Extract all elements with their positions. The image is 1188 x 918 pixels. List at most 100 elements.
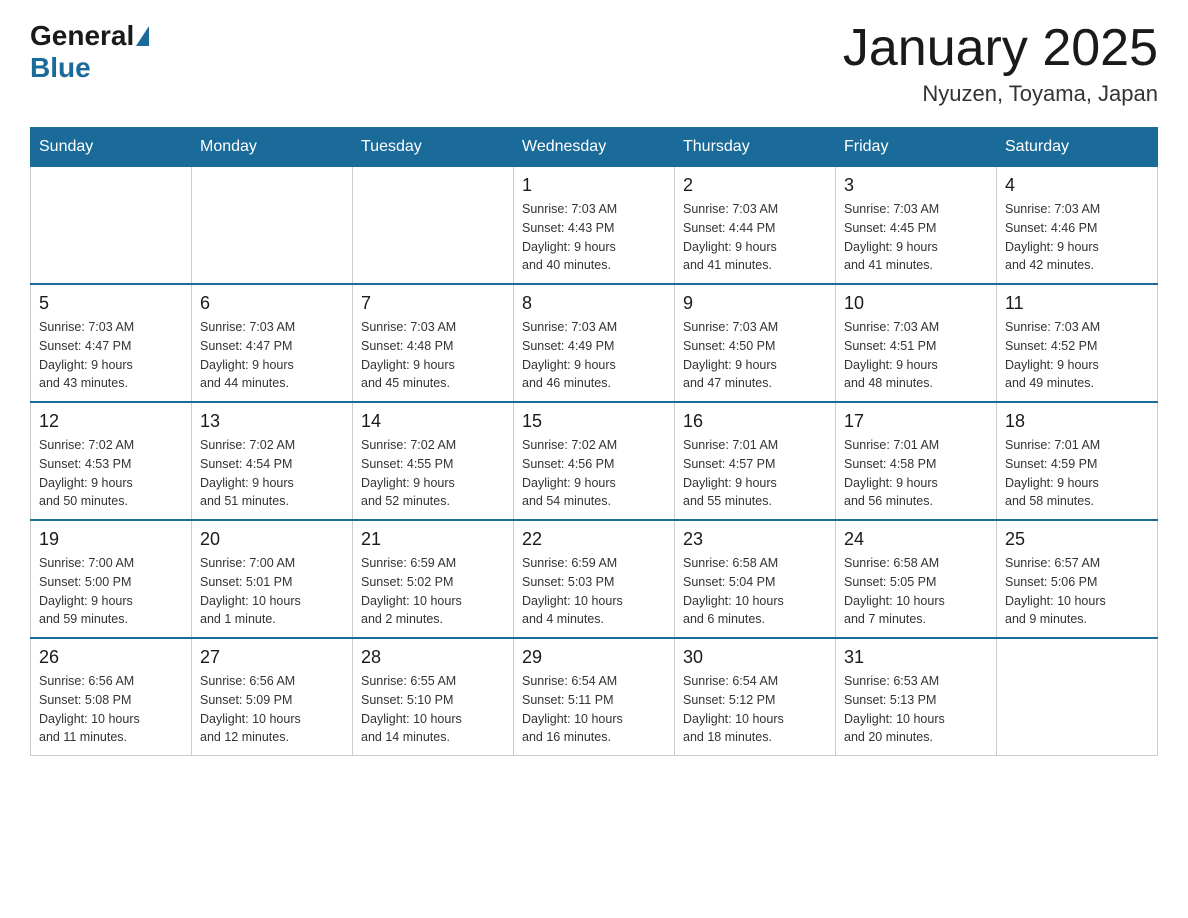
calendar-day-cell: 23 Sunrise: 6:58 AM Sunset: 5:04 PM Dayli… — [675, 520, 836, 638]
day-number: 24 — [844, 529, 988, 550]
day-number: 11 — [1005, 293, 1149, 314]
calendar-day-cell: 26 Sunrise: 6:56 AM Sunset: 5:08 PM Dayli… — [31, 638, 192, 756]
calendar-day-cell: 13Sunrise: 7:02 AM Sunset: 4:54 PM Dayli… — [192, 402, 353, 520]
day-number: 23 — [683, 529, 827, 550]
day-number: 27 — [200, 647, 344, 668]
calendar-day-cell: 28 Sunrise: 6:55 AM Sunset: 5:10 PM Dayli… — [353, 638, 514, 756]
day-number: 26 — [39, 647, 183, 668]
calendar-day-cell: 2 Sunrise: 7:03 AM Sunset: 4:44 PM Daylig… — [675, 167, 836, 285]
day-number: 25 — [1005, 529, 1149, 550]
calendar-day-cell: 5 Sunrise: 7:03 AM Sunset: 4:47 PM Daylig… — [31, 284, 192, 402]
day-of-week-header: Sunday — [31, 128, 192, 167]
calendar-week-row: 19 Sunrise: 7:00 AM Sunset: 5:00 PM Dayli… — [31, 520, 1158, 638]
day-info: Sunrise: 7:03 AM Sunset: 4:43 PM Dayligh… — [522, 200, 666, 275]
day-number: 15 — [522, 411, 666, 432]
calendar-day-cell: 22Sunrise: 6:59 AM Sunset: 5:03 PM Dayli… — [514, 520, 675, 638]
calendar-week-row: 1 Sunrise: 7:03 AM Sunset: 4:43 PM Daylig… — [31, 167, 1158, 285]
day-info: Sunrise: 7:01 AM Sunset: 4:58 PM Dayligh… — [844, 436, 988, 511]
day-info: Sunrise: 7:03 AM Sunset: 4:50 PM Dayligh… — [683, 318, 827, 393]
calendar-day-cell: 20Sunrise: 7:00 AM Sunset: 5:01 PM Dayli… — [192, 520, 353, 638]
calendar-day-cell: 3 Sunrise: 7:03 AM Sunset: 4:45 PM Daylig… — [836, 167, 997, 285]
day-info: Sunrise: 7:03 AM Sunset: 4:49 PM Dayligh… — [522, 318, 666, 393]
day-number: 4 — [1005, 175, 1149, 196]
day-info: Sunrise: 7:02 AM Sunset: 4:56 PM Dayligh… — [522, 436, 666, 511]
calendar-week-row: 12Sunrise: 7:02 AM Sunset: 4:53 PM Dayli… — [31, 402, 1158, 520]
day-number: 22 — [522, 529, 666, 550]
day-info: Sunrise: 6:57 AM Sunset: 5:06 PM Dayligh… — [1005, 554, 1149, 629]
calendar-day-cell: 17 Sunrise: 7:01 AM Sunset: 4:58 PM Dayli… — [836, 402, 997, 520]
calendar-day-cell: 8 Sunrise: 7:03 AM Sunset: 4:49 PM Daylig… — [514, 284, 675, 402]
calendar-day-cell: 10 Sunrise: 7:03 AM Sunset: 4:51 PM Dayli… — [836, 284, 997, 402]
day-info: Sunrise: 6:58 AM Sunset: 5:04 PM Dayligh… — [683, 554, 827, 629]
day-number: 10 — [844, 293, 988, 314]
day-info: Sunrise: 7:03 AM Sunset: 4:46 PM Dayligh… — [1005, 200, 1149, 275]
calendar-day-cell: 9 Sunrise: 7:03 AM Sunset: 4:50 PM Daylig… — [675, 284, 836, 402]
day-info: Sunrise: 7:03 AM Sunset: 4:45 PM Dayligh… — [844, 200, 988, 275]
day-number: 19 — [39, 529, 183, 550]
calendar-day-cell: 14 Sunrise: 7:02 AM Sunset: 4:55 PM Dayli… — [353, 402, 514, 520]
day-number: 6 — [200, 293, 344, 314]
day-info: Sunrise: 6:54 AM Sunset: 5:12 PM Dayligh… — [683, 672, 827, 747]
calendar-day-cell: 11 Sunrise: 7:03 AM Sunset: 4:52 PM Dayli… — [997, 284, 1158, 402]
calendar-day-cell: 15 Sunrise: 7:02 AM Sunset: 4:56 PM Dayli… — [514, 402, 675, 520]
day-number: 20 — [200, 529, 344, 550]
day-number: 14 — [361, 411, 505, 432]
logo: General Blue — [30, 20, 149, 84]
day-info: Sunrise: 6:55 AM Sunset: 5:10 PM Dayligh… — [361, 672, 505, 747]
day-of-week-header: Tuesday — [353, 128, 514, 167]
day-info: Sunrise: 7:02 AM Sunset: 4:55 PM Dayligh… — [361, 436, 505, 511]
day-info: Sunrise: 6:58 AM Sunset: 5:05 PM Dayligh… — [844, 554, 988, 629]
calendar-table: SundayMondayTuesdayWednesdayThursdayFrid… — [30, 127, 1158, 756]
day-number: 18 — [1005, 411, 1149, 432]
days-header-row: SundayMondayTuesdayWednesdayThursdayFrid… — [31, 128, 1158, 167]
day-info: Sunrise: 6:56 AM Sunset: 5:08 PM Dayligh… — [39, 672, 183, 747]
day-info: Sunrise: 7:03 AM Sunset: 4:51 PM Dayligh… — [844, 318, 988, 393]
day-number: 7 — [361, 293, 505, 314]
day-info: Sunrise: 6:53 AM Sunset: 5:13 PM Dayligh… — [844, 672, 988, 747]
calendar-week-row: 26 Sunrise: 6:56 AM Sunset: 5:08 PM Dayli… — [31, 638, 1158, 756]
logo-blue-text: Blue — [30, 52, 91, 84]
day-number: 1 — [522, 175, 666, 196]
day-number: 5 — [39, 293, 183, 314]
day-number: 17 — [844, 411, 988, 432]
day-info: Sunrise: 7:03 AM Sunset: 4:47 PM Dayligh… — [200, 318, 344, 393]
day-of-week-header: Friday — [836, 128, 997, 167]
calendar-day-cell: 16 Sunrise: 7:01 AM Sunset: 4:57 PM Dayli… — [675, 402, 836, 520]
day-number: 2 — [683, 175, 827, 196]
day-number: 28 — [361, 647, 505, 668]
calendar-empty-cell — [353, 167, 514, 285]
day-number: 3 — [844, 175, 988, 196]
calendar-week-row: 5 Sunrise: 7:03 AM Sunset: 4:47 PM Daylig… — [31, 284, 1158, 402]
calendar-day-cell: 18Sunrise: 7:01 AM Sunset: 4:59 PM Dayli… — [997, 402, 1158, 520]
day-number: 16 — [683, 411, 827, 432]
calendar-title: January 2025 — [843, 20, 1158, 77]
day-number: 9 — [683, 293, 827, 314]
day-info: Sunrise: 6:54 AM Sunset: 5:11 PM Dayligh… — [522, 672, 666, 747]
day-info: Sunrise: 6:56 AM Sunset: 5:09 PM Dayligh… — [200, 672, 344, 747]
calendar-day-cell: 4 Sunrise: 7:03 AM Sunset: 4:46 PM Daylig… — [997, 167, 1158, 285]
day-number: 12 — [39, 411, 183, 432]
calendar-day-cell: 19 Sunrise: 7:00 AM Sunset: 5:00 PM Dayli… — [31, 520, 192, 638]
day-info: Sunrise: 7:03 AM Sunset: 4:44 PM Dayligh… — [683, 200, 827, 275]
day-info: Sunrise: 7:01 AM Sunset: 4:57 PM Dayligh… — [683, 436, 827, 511]
calendar-subtitle: Nyuzen, Toyama, Japan — [843, 81, 1158, 107]
day-info: Sunrise: 7:02 AM Sunset: 4:54 PM Dayligh… — [200, 436, 344, 511]
day-of-week-header: Thursday — [675, 128, 836, 167]
calendar-empty-cell — [31, 167, 192, 285]
day-of-week-header: Monday — [192, 128, 353, 167]
day-info: Sunrise: 7:03 AM Sunset: 4:52 PM Dayligh… — [1005, 318, 1149, 393]
calendar-empty-cell — [997, 638, 1158, 756]
day-of-week-header: Wednesday — [514, 128, 675, 167]
calendar-day-cell: 21Sunrise: 6:59 AM Sunset: 5:02 PM Dayli… — [353, 520, 514, 638]
title-section: January 2025 Nyuzen, Toyama, Japan — [843, 20, 1158, 107]
calendar-day-cell: 31Sunrise: 6:53 AM Sunset: 5:13 PM Dayli… — [836, 638, 997, 756]
day-of-week-header: Saturday — [997, 128, 1158, 167]
calendar-day-cell: 29Sunrise: 6:54 AM Sunset: 5:11 PM Dayli… — [514, 638, 675, 756]
day-info: Sunrise: 7:00 AM Sunset: 5:00 PM Dayligh… — [39, 554, 183, 629]
day-info: Sunrise: 7:03 AM Sunset: 4:47 PM Dayligh… — [39, 318, 183, 393]
calendar-day-cell: 25 Sunrise: 6:57 AM Sunset: 5:06 PM Dayli… — [997, 520, 1158, 638]
day-number: 21 — [361, 529, 505, 550]
day-number: 8 — [522, 293, 666, 314]
calendar-day-cell: 6 Sunrise: 7:03 AM Sunset: 4:47 PM Daylig… — [192, 284, 353, 402]
calendar-day-cell: 12Sunrise: 7:02 AM Sunset: 4:53 PM Dayli… — [31, 402, 192, 520]
